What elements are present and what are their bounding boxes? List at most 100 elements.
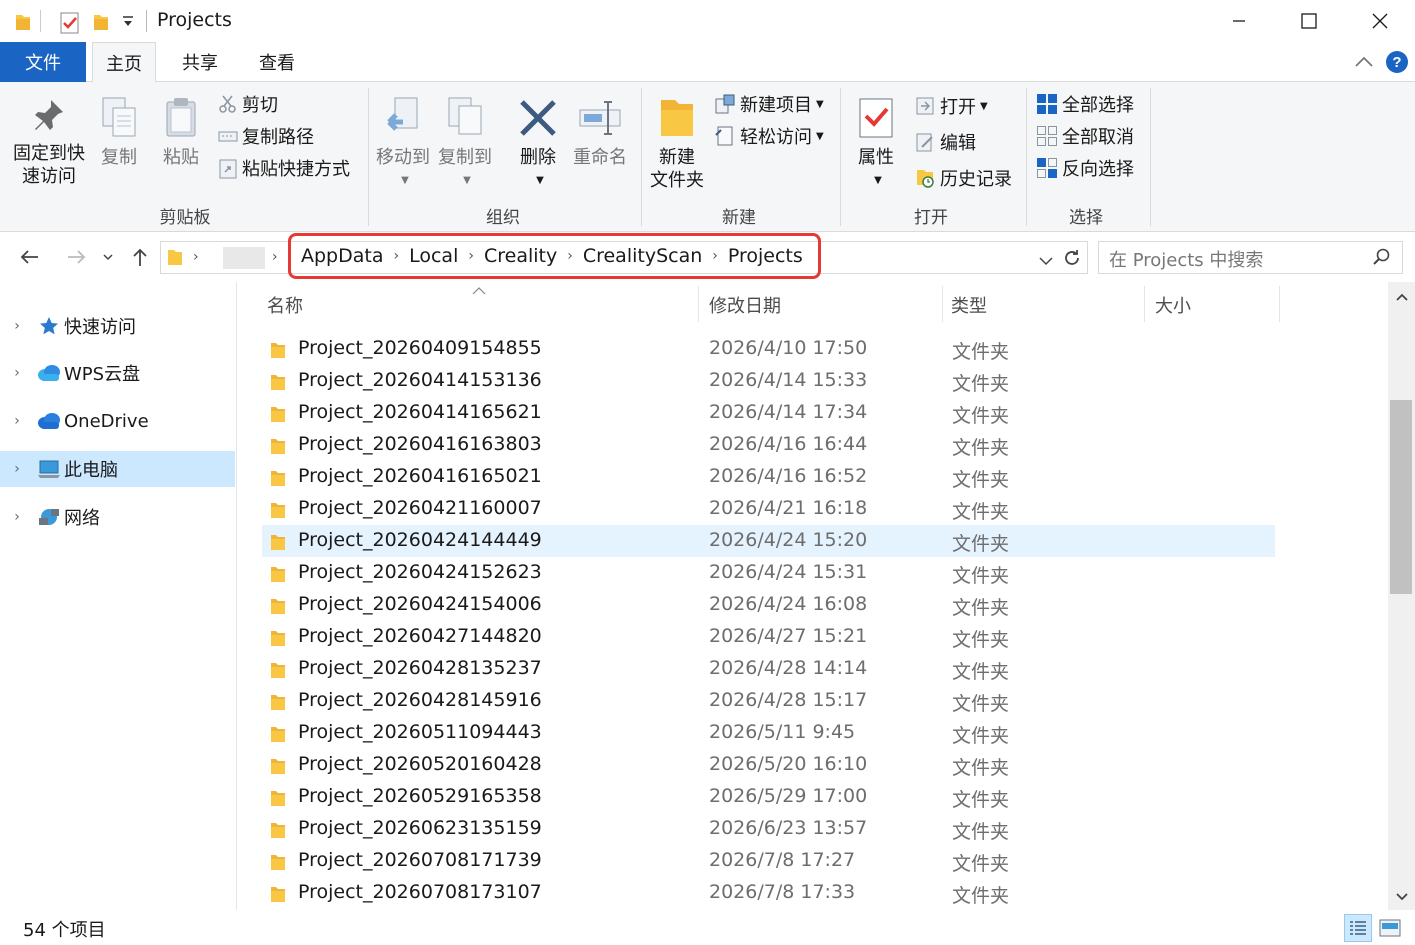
- open-icon: [916, 97, 934, 115]
- details-view-button[interactable]: [1344, 914, 1372, 942]
- qat-separator: [40, 10, 41, 32]
- file-row[interactable]: Project_20260424154006 2026/4/24 16:08 文件夹: [262, 589, 1275, 621]
- nav-item-wps-cloud[interactable]: › WPS云盘: [0, 355, 235, 391]
- select-none-button[interactable]: 全部取消: [1036, 122, 1134, 150]
- properties-qat-icon[interactable]: [60, 12, 80, 38]
- edit-button[interactable]: 编辑: [914, 128, 976, 156]
- tab-view[interactable]: 查看: [245, 42, 309, 82]
- paste-shortcut-label: 粘贴快捷方式: [242, 159, 350, 180]
- up-button[interactable]: [126, 242, 154, 272]
- paste-button[interactable]: 粘贴: [156, 96, 206, 169]
- nav-item-label: WPS云盘: [64, 364, 141, 385]
- nav-item-network[interactable]: › 网络: [0, 499, 235, 535]
- file-row[interactable]: Project_20260427144820 2026/4/27 15:21 文件夹: [262, 621, 1275, 653]
- breadcrumb-local[interactable]: Local: [409, 245, 458, 267]
- breadcrumb-projects[interactable]: Projects: [728, 245, 803, 267]
- breadcrumb-appdata[interactable]: AppData: [301, 245, 384, 267]
- new-item-button[interactable]: 新建项目 ▼: [714, 90, 824, 118]
- chevron-right-icon[interactable]: ›: [0, 509, 34, 525]
- column-header-size[interactable]: 大小: [1155, 292, 1191, 318]
- close-button[interactable]: [1345, 0, 1415, 42]
- pin-quick-access-button[interactable]: 固定到快 速访问: [8, 96, 90, 188]
- file-row[interactable]: Project_20260529165358 2026/5/29 17:00 文件夹: [262, 781, 1275, 813]
- properties-button[interactable]: 属性 ▼: [848, 96, 904, 192]
- nav-item-onedrive[interactable]: › OneDrive: [0, 403, 235, 439]
- chevron-right-icon[interactable]: ›: [468, 248, 474, 264]
- paste-shortcut-button[interactable]: 粘贴快捷方式: [218, 154, 350, 182]
- copy-button[interactable]: 复制: [94, 96, 144, 169]
- chevron-right-icon[interactable]: ›: [0, 318, 34, 334]
- column-divider[interactable]: [1144, 286, 1145, 322]
- copy-path-button[interactable]: 复制路径: [218, 122, 314, 150]
- forward-button[interactable]: [60, 242, 92, 272]
- new-folder-button[interactable]: 新建 文件夹: [644, 96, 710, 192]
- delete-button[interactable]: 删除 ▼: [512, 96, 564, 192]
- column-header-type[interactable]: 类型: [951, 292, 987, 318]
- nav-item-quick-access[interactable]: › 快速访问: [0, 308, 235, 344]
- back-button[interactable]: [14, 242, 46, 272]
- tab-home[interactable]: 主页: [92, 42, 156, 83]
- search-box[interactable]: 在 Projects 中搜索: [1098, 241, 1403, 274]
- file-row[interactable]: Project_20260428145916 2026/4/28 15:17 文件夹: [262, 685, 1275, 717]
- breadcrumb-creality[interactable]: Creality: [484, 245, 557, 267]
- scroll-up-button[interactable]: [1388, 286, 1415, 308]
- column-header-date[interactable]: 修改日期: [709, 292, 781, 318]
- new-folder-qat-icon[interactable]: [92, 12, 110, 36]
- recent-locations-button[interactable]: [98, 242, 118, 272]
- history-button[interactable]: 历史记录: [914, 164, 1012, 192]
- search-icon[interactable]: [1372, 248, 1390, 271]
- help-icon[interactable]: ?: [1385, 50, 1409, 78]
- copy-icon: [102, 97, 136, 137]
- scroll-down-button[interactable]: [1388, 886, 1415, 908]
- vertical-scrollbar[interactable]: [1388, 282, 1415, 910]
- breadcrumb-crealityscan[interactable]: CrealityScan: [583, 245, 702, 267]
- collapse-ribbon-icon[interactable]: [1354, 54, 1374, 73]
- chevron-right-icon[interactable]: ›: [394, 248, 400, 264]
- qat-customize-icon[interactable]: [122, 14, 134, 33]
- file-row[interactable]: Project_20260428135237 2026/4/28 14:14 文件夹: [262, 653, 1275, 685]
- large-icons-view-button[interactable]: [1376, 914, 1404, 942]
- file-row[interactable]: Project_20260511094443 2026/5/11 9:45 文件夹: [262, 717, 1275, 749]
- chevron-right-icon[interactable]: ›: [0, 413, 34, 429]
- easy-access-button[interactable]: 轻松访问 ▼: [714, 122, 824, 150]
- column-divider[interactable]: [942, 286, 943, 322]
- select-all-button[interactable]: 全部选择: [1036, 90, 1134, 118]
- open-button[interactable]: 打开 ▼: [914, 92, 988, 120]
- rename-button[interactable]: 重命名: [568, 96, 632, 169]
- edit-label: 编辑: [940, 133, 976, 154]
- column-divider[interactable]: [1279, 286, 1280, 322]
- tab-share[interactable]: 共享: [168, 42, 232, 82]
- file-row[interactable]: Project_20260708173107 2026/7/8 17:33 文件夹: [262, 877, 1275, 909]
- address-dropdown-icon[interactable]: [1039, 251, 1053, 270]
- refresh-icon[interactable]: [1063, 248, 1081, 272]
- pin-label-line2: 速访问: [22, 166, 76, 187]
- maximize-button[interactable]: [1274, 0, 1344, 42]
- chevron-right-icon[interactable]: ›: [567, 248, 573, 264]
- file-row[interactable]: Project_20260416165021 2026/4/16 16:52 文件夹: [262, 461, 1275, 493]
- nav-item-this-pc[interactable]: › 此电脑: [0, 451, 235, 487]
- file-row[interactable]: Project_20260424152623 2026/4/24 15:31 文件夹: [262, 557, 1275, 589]
- minimize-button[interactable]: [1204, 0, 1274, 42]
- chevron-right-icon[interactable]: ›: [712, 248, 718, 264]
- cut-button[interactable]: 剪切: [218, 90, 278, 118]
- column-divider[interactable]: [698, 286, 699, 322]
- chevron-right-icon[interactable]: ›: [0, 461, 34, 477]
- copy-to-button[interactable]: 复制到 ▼: [434, 96, 496, 192]
- column-header-name[interactable]: 名称: [267, 292, 303, 318]
- file-row[interactable]: Project_20260520160428 2026/5/20 16:10 文件夹: [262, 749, 1275, 781]
- chevron-right-icon[interactable]: ›: [0, 365, 34, 381]
- file-row[interactable]: Project_20260414165621 2026/4/14 17:34 文件夹: [262, 397, 1275, 429]
- invert-selection-button[interactable]: 反向选择: [1036, 154, 1134, 182]
- move-to-button[interactable]: 移动到 ▼: [372, 96, 434, 192]
- file-row[interactable]: Project_20260416163803 2026/4/16 16:44 文件夹: [262, 429, 1275, 461]
- scroll-thumb[interactable]: [1390, 400, 1412, 594]
- tab-file[interactable]: 文件: [0, 42, 86, 82]
- file-row[interactable]: Project_20260424144449 2026/4/24 15:20 文件夹: [262, 525, 1275, 557]
- file-row[interactable]: Project_20260708171739 2026/7/8 17:27 文件夹: [262, 845, 1275, 877]
- file-row[interactable]: Project_20260421160007 2026/4/21 16:18 文件夹: [262, 493, 1275, 525]
- item-count: 54 个项目: [23, 920, 106, 941]
- file-list: Project_20260409154855 2026/4/10 17:50 文件夹…: [238, 322, 1388, 910]
- file-row[interactable]: Project_20260623135159 2026/6/23 13:57 文件夹: [262, 813, 1275, 845]
- file-row[interactable]: Project_20260414153136 2026/4/14 15:33 文件夹: [262, 365, 1275, 397]
- file-row[interactable]: Project_20260409154855 2026/4/10 17:50 文件夹: [262, 333, 1275, 365]
